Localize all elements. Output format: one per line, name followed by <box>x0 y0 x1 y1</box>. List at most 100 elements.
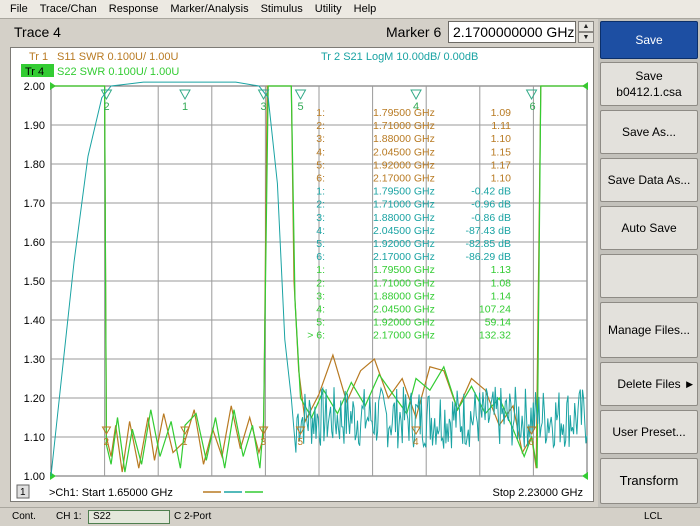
spin-up-icon[interactable]: ▲ <box>578 21 594 32</box>
marker-table-index: 6: <box>316 251 325 263</box>
marker-table-value: 1.10 <box>491 133 512 145</box>
marker-table-value: 1.13 <box>491 264 512 276</box>
marker-table-frequency: 2.04500 GHz <box>373 225 435 237</box>
save-file-softkey[interactable]: Save b0412.1.csa <box>600 62 698 106</box>
save-softkey-label: Save <box>635 33 663 47</box>
marker-table-value: 1.09 <box>491 107 512 119</box>
menu-file[interactable]: File <box>4 0 34 19</box>
title-row: Trace 4 Marker 6 2.1700000000 GHz ▲ ▼ <box>0 19 597 45</box>
marker-table-index: 2: <box>316 199 325 211</box>
auto-save-softkey[interactable]: Auto Save <box>600 206 698 250</box>
y-tick-label: 1.00 <box>24 471 45 483</box>
menu-help[interactable]: Help <box>348 0 383 19</box>
status-port: C 2-Port <box>174 511 212 522</box>
marker-table-value: -87.43 dB <box>465 225 511 237</box>
marker-table-value: 132.32 <box>479 330 511 342</box>
marker-table-frequency: 1.71000 GHz <box>373 199 435 211</box>
marker-table-frequency: 1.79500 GHz <box>373 264 435 276</box>
marker-table-value: 1.15 <box>491 146 512 158</box>
marker-label: 2 <box>103 437 109 448</box>
marker-table-value: 1.14 <box>491 290 512 302</box>
save-as-softkey[interactable]: Save As... <box>600 110 698 154</box>
y-tick-label: 1.40 <box>24 315 45 327</box>
user-preset-softkey[interactable]: User Preset... <box>600 410 698 454</box>
status-bar: Cont. CH 1: S22 C 2-Port LCL <box>0 507 700 526</box>
trace-badge: Tr 1 <box>29 51 48 63</box>
marker-table-index: 2: <box>316 120 325 132</box>
marker-table-frequency: 1.88000 GHz <box>373 212 435 224</box>
marker-table-frequency: 1.71000 GHz <box>373 120 435 132</box>
y-tick-label: 1.60 <box>24 237 45 249</box>
marker-table-frequency: 2.04500 GHz <box>373 146 435 158</box>
save-data-as-label: Save Data As... <box>607 173 691 187</box>
y-tick-label: 1.80 <box>24 159 45 171</box>
save-file-name: b0412.1.csa <box>616 85 682 99</box>
marker-table-value: 59.14 <box>485 317 511 329</box>
save-data-as-softkey[interactable]: Save Data As... <box>600 158 698 202</box>
save-softkey[interactable]: Save <box>600 21 698 59</box>
marker-table-frequency: 1.92000 GHz <box>373 159 435 171</box>
delete-files-softkey[interactable]: Delete Files ▶ <box>600 362 698 406</box>
marker-table-value: 1.11 <box>491 120 511 132</box>
spin-down-icon[interactable]: ▼ <box>578 32 594 43</box>
marker-table-frequency: 2.17000 GHz <box>373 173 435 185</box>
softkey-panel: Save Save b0412.1.csa Save As... Save Da… <box>598 19 700 507</box>
trace-label: S11 SWR 0.100U/ 1.00U <box>57 51 179 63</box>
marker-label: 3 <box>261 101 267 113</box>
marker-table-frequency: 1.92000 GHz <box>373 238 435 250</box>
manage-files-label: Manage Files... <box>607 323 691 337</box>
y-tick-label: 1.10 <box>24 432 45 444</box>
y-tick-label: 2.00 <box>24 81 45 93</box>
status-lcl: LCL <box>644 511 663 522</box>
marker-spinner: ▲ ▼ <box>578 21 594 43</box>
marker-label: 5 <box>298 437 304 448</box>
status-channel: CH 1: <box>56 511 82 522</box>
marker-table-index: 4: <box>316 225 325 237</box>
marker-table-index: 3: <box>316 290 325 302</box>
marker-table-index: 4: <box>316 304 325 316</box>
marker-table-frequency: 1.79500 GHz <box>373 107 435 119</box>
vna-window: File Trace/Chan Response Marker/Analysis… <box>0 0 700 526</box>
status-active-param[interactable]: S22 <box>88 510 170 524</box>
user-preset-label: User Preset... <box>612 425 686 439</box>
menu-response[interactable]: Response <box>103 0 165 19</box>
menu-marker-analysis[interactable]: Marker/Analysis <box>164 0 254 19</box>
menu-trace-chan[interactable]: Trace/Chan <box>34 0 103 19</box>
channel-start-label: >Ch1: Start 1.65000 GHz <box>49 487 173 499</box>
blank-softkey[interactable] <box>600 254 698 298</box>
marker-table-index: 4: <box>316 146 325 158</box>
status-cont: Cont. <box>12 511 36 522</box>
marker-table-value: -82.85 dB <box>465 238 511 250</box>
marker-label: 5 <box>298 101 304 113</box>
marker-table-frequency: 2.04500 GHz <box>373 304 435 316</box>
manage-files-softkey[interactable]: Manage Files... <box>600 302 698 358</box>
save-file-label: Save <box>635 69 663 83</box>
marker-table-index: 6: <box>316 173 325 185</box>
y-tick-label: 1.20 <box>24 393 45 405</box>
marker-table-value: -0.96 dB <box>471 199 511 211</box>
marker-table-index: 1: <box>316 107 325 119</box>
marker-table-index: 3: <box>316 133 325 145</box>
transform-label: Transform <box>619 473 679 488</box>
y-tick-label: 1.90 <box>24 120 45 132</box>
marker-label: Marker 6 <box>386 24 442 40</box>
menu-stimulus[interactable]: Stimulus <box>255 0 309 19</box>
marker-label: 2 <box>103 101 109 113</box>
marker-table-value: 1.08 <box>491 277 512 289</box>
marker-label: 1 <box>182 101 188 113</box>
marker-frequency-input[interactable]: 2.1700000000 GHz <box>448 21 576 43</box>
marker-label: 1 <box>182 437 188 448</box>
marker-label: 4 <box>413 437 419 448</box>
marker-label: 6 <box>530 101 536 113</box>
marker-table-value: 1.10 <box>491 173 512 185</box>
marker-table-index: > 6: <box>307 330 325 342</box>
menu-utility[interactable]: Utility <box>309 0 348 19</box>
chart-area[interactable]: 2.00 1.90 1.80 1.70 1.60 1.50 1.40 1.30 1.20 1.10… <box>10 47 594 502</box>
marker-table-value: -0.42 dB <box>471 186 511 198</box>
marker-table-frequency: 2.17000 GHz <box>373 330 435 342</box>
transform-softkey[interactable]: Transform <box>600 458 698 504</box>
save-as-label: Save As... <box>621 125 677 139</box>
auto-save-label: Auto Save <box>621 221 677 235</box>
y-tick-label: 1.50 <box>24 276 45 288</box>
delete-files-label: Delete Files <box>617 377 681 391</box>
